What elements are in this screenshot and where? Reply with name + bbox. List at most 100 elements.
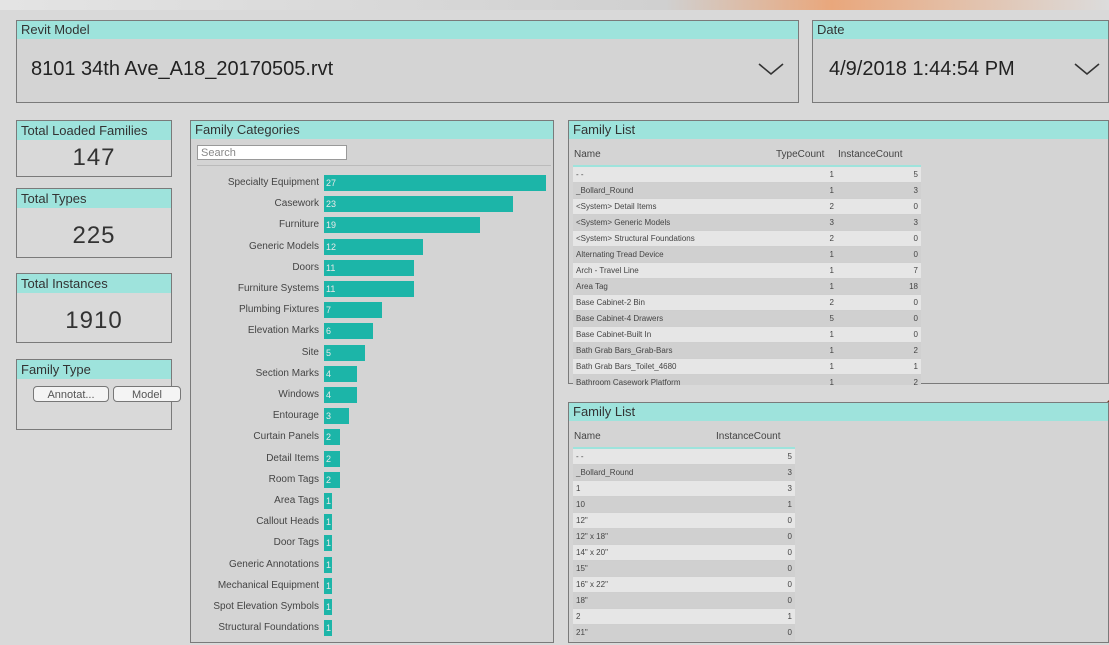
category-bar[interactable]: 1 [324, 535, 333, 552]
category-bar[interactable]: 1 [324, 493, 333, 509]
table-row[interactable]: 18" 0 [573, 592, 795, 609]
category-bar-row[interactable]: Plumbing Fixtures 7 [191, 302, 551, 319]
table-row[interactable]: Base Cabinet-4 Drawers 5 0 [573, 310, 921, 327]
table-row[interactable]: _Bollard_Round 3 [573, 464, 795, 481]
bar-value-label: 4 [326, 368, 332, 379]
table-row[interactable]: <System> Generic Models 3 3 [573, 214, 921, 231]
category-bar-row[interactable]: Mechanical Equipment 1 [191, 577, 551, 594]
cell-name: 12" x 18" [573, 528, 715, 545]
table-row[interactable]: Area Tag 1 18 [573, 278, 921, 295]
cell-name: <System> Structural Foundations [573, 230, 775, 247]
table-row[interactable]: 10 1 [573, 496, 795, 513]
family-list-title: Family List [569, 403, 1108, 421]
revit-model-dropdown[interactable]: Revit Model 8101 34th Ave_A18_20170505.r… [16, 20, 799, 103]
category-bar-row[interactable]: Spot Elevation Symbols 1 [191, 599, 551, 615]
table-row[interactable]: Base Cabinet-Built In 1 0 [573, 326, 921, 343]
category-bar[interactable]: 2 [324, 429, 341, 446]
category-bar-row[interactable]: Windows 4 [191, 387, 551, 403]
table-row[interactable]: Arch - Travel Line 1 7 [573, 262, 921, 279]
table-row[interactable]: 13 [573, 480, 795, 497]
table-scroll-area[interactable]: Name InstanceCount - -5 _Bollard_Round 3 1 3… [569, 421, 1109, 644]
category-bar[interactable]: 5 [324, 344, 366, 361]
table-row[interactable]: 12" x 18" 0 [573, 528, 795, 545]
category-bar[interactable]: 11 [324, 281, 415, 297]
table-row[interactable]: Bathroom Casework Platform 1 2 [573, 374, 921, 385]
table-row[interactable]: Base Cabinet-2 Bin 2 0 [573, 294, 921, 311]
category-bar-row[interactable]: Door Tags 1 [191, 535, 551, 552]
category-bar-row[interactable]: Furniture 19 [191, 217, 551, 234]
category-bar[interactable]: 23 [324, 196, 514, 213]
cell-name: Base Cabinet-2 Bin [573, 294, 775, 311]
table-row[interactable]: - -15 [573, 166, 921, 183]
category-bar[interactable]: 7 [324, 302, 382, 319]
category-bar[interactable]: 4 [324, 365, 357, 382]
category-bar-row[interactable]: Generic Models 12 [191, 238, 551, 255]
chevron-down-icon[interactable] [757, 61, 785, 77]
category-bar[interactable]: 1 [324, 620, 333, 637]
date-label: Date [813, 21, 1108, 39]
table-row[interactable]: 12" 0 [573, 512, 795, 529]
category-bar[interactable]: 4 [324, 387, 357, 403]
model-filter-button[interactable]: Model [113, 386, 181, 402]
category-bar[interactable]: 6 [324, 323, 374, 340]
column-header-instancecount[interactable]: InstanceCount [715, 425, 795, 449]
table-row[interactable]: 21" 0 [573, 624, 795, 641]
table-row[interactable]: Bath Grab Bars_Toilet_4680 1 1 [573, 358, 921, 375]
table-row[interactable]: - -5 [573, 448, 795, 465]
cell-count: 1 [775, 182, 837, 199]
chevron-down-icon[interactable] [1073, 61, 1101, 77]
column-header-instancecount[interactable]: InstanceCount [837, 143, 921, 167]
category-bar-row[interactable]: Specialty Equipment 27 [191, 175, 551, 191]
category-bar-row[interactable]: Generic Annotations 1 [191, 556, 551, 573]
bar-value-label: 3 [326, 411, 332, 422]
table-row[interactable]: 16" x 22" 0 [573, 576, 795, 593]
annotation-filter-button[interactable]: Annotat... [33, 386, 109, 402]
cell-count: 0 [837, 230, 921, 247]
category-bar[interactable]: 11 [324, 259, 415, 276]
category-bar[interactable]: 1 [324, 599, 333, 615]
table-scroll-area[interactable]: Name TypeCount InstanceCount - -1 5 _Bolla… [569, 139, 1109, 385]
category-bar-row[interactable]: Callout Heads 1 [191, 514, 551, 531]
category-bar-row[interactable]: Section Marks 4 [191, 365, 551, 382]
table-row[interactable]: 15" 0 [573, 560, 795, 577]
cell-count: 5 [715, 448, 795, 465]
category-bar-row[interactable]: Room Tags 2 [191, 471, 551, 488]
column-header-typecount[interactable]: TypeCount [775, 143, 837, 167]
table-row[interactable]: <System> Detail Items 2 0 [573, 198, 921, 215]
table-row[interactable]: 21 [573, 608, 795, 625]
cell-name: 15" [573, 560, 715, 577]
category-bar-row[interactable]: Curtain Panels 2 [191, 429, 551, 446]
column-header-name[interactable]: Name [573, 425, 715, 449]
category-bar[interactable]: 2 [324, 450, 341, 467]
category-bar-row[interactable]: Casework 23 [191, 196, 551, 213]
column-header-name[interactable]: Name [573, 143, 775, 167]
category-search-input[interactable]: Search [197, 145, 347, 160]
bar-value-label: 1 [326, 538, 332, 549]
category-bar-row[interactable]: Site 5 [191, 344, 551, 361]
category-bar-row[interactable]: Entourage 3 [191, 408, 551, 425]
total-loaded-families-card: Total Loaded Families 147 [16, 120, 172, 177]
category-bar[interactable]: 2 [324, 471, 341, 488]
category-bar[interactable]: 27 [324, 175, 546, 191]
category-bar-row[interactable]: Doors 11 [191, 259, 551, 276]
category-bar[interactable]: 1 [324, 577, 333, 594]
category-bar-row[interactable]: Structural Foundations 1 [191, 620, 551, 637]
date-dropdown[interactable]: Date 4/9/2018 1:44:54 PM [812, 20, 1109, 103]
table-row[interactable]: <System> Structural Foundations 2 0 [573, 230, 921, 247]
category-bar[interactable]: 3 [324, 408, 349, 425]
table-row[interactable]: Alternating Tread Device 1 0 [573, 246, 921, 263]
category-bar-row[interactable]: Detail Items 2 [191, 450, 551, 467]
bar-value-label: 2 [326, 474, 332, 485]
category-bar[interactable]: 12 [324, 238, 423, 255]
category-bar-row[interactable]: Elevation Marks 6 [191, 323, 551, 340]
cell-count: 2 [837, 374, 921, 385]
table-row[interactable]: Bath Grab Bars_Grab-Bars 1 2 [573, 342, 921, 359]
category-label: Casework [274, 198, 319, 210]
table-row[interactable]: _Bollard_Round 1 3 [573, 182, 921, 199]
category-bar[interactable]: 1 [324, 514, 333, 531]
table-row[interactable]: 14" x 20" 0 [573, 544, 795, 561]
category-bar-row[interactable]: Furniture Systems 11 [191, 281, 551, 297]
category-bar[interactable]: 1 [324, 556, 333, 573]
category-bar[interactable]: 19 [324, 217, 481, 234]
category-bar-row[interactable]: Area Tags 1 [191, 493, 551, 509]
